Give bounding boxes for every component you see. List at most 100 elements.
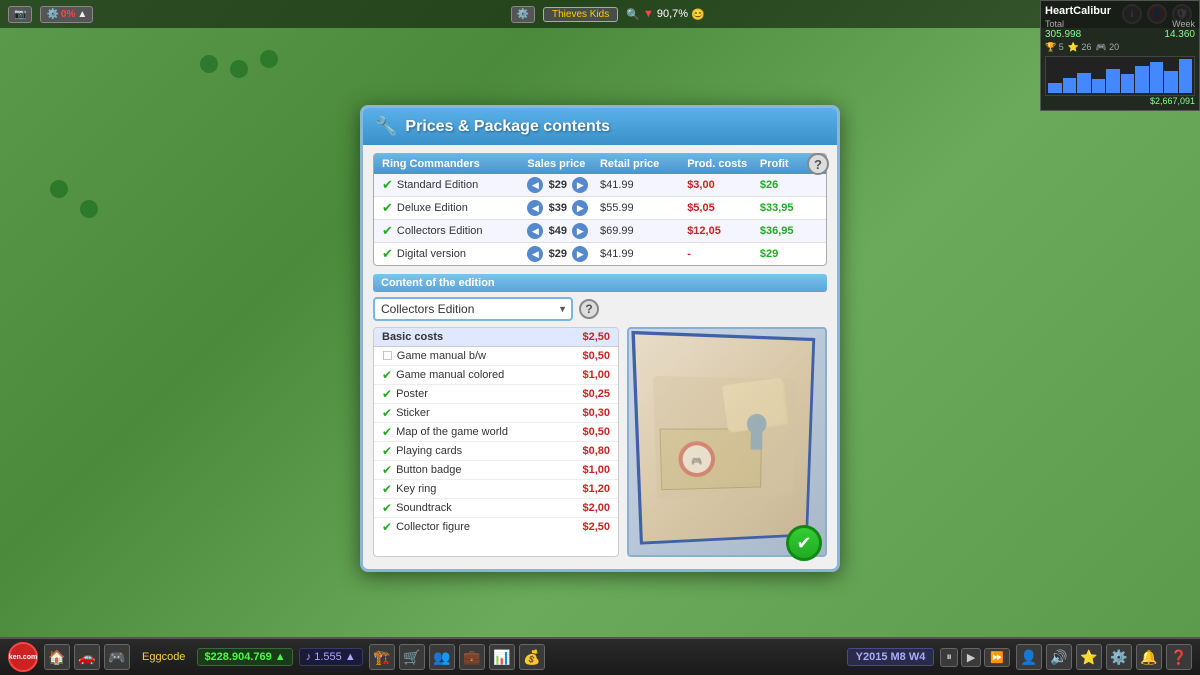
box-inner: 🎮 [642,364,807,516]
content-help-button[interactable]: ? [579,299,599,319]
bottom-hud: ken.com 🏠 🚗 🎮 Eggcode $228.904.769 ▲ ♪ 1… [0,637,1200,675]
play-button[interactable]: ▶ [961,648,981,667]
col-sales: Sales price [527,158,600,170]
stats-chart [1045,56,1195,96]
screenshot-button[interactable]: 📷 [8,6,32,23]
item-price: $0,30 [582,407,610,419]
shop-button[interactable]: 🛒 [399,644,425,670]
chart-bar [1121,74,1135,93]
item-price: $1,00 [582,369,610,381]
col-retail: Retail price [600,158,687,170]
profit-collectors: $36,95 [760,225,818,237]
price-decrease-collectors[interactable]: ◀ [527,223,543,239]
team-button[interactable]: 👥 [429,644,455,670]
settings-menu-button[interactable]: ⚙️ [1106,644,1132,670]
item-price: $0,50 [582,350,610,362]
profit-deluxe: $33,95 [760,202,818,214]
fast-forward-button[interactable]: ⏩ [984,648,1010,667]
item-price: $1,20 [582,483,610,495]
tree [230,60,248,78]
price-increase-standard[interactable]: ▶ [572,177,588,193]
settings-button[interactable]: ⚙️ [511,6,535,23]
item-checkbox-checked[interactable]: ✔ [382,368,392,382]
price-decrease-digital[interactable]: ◀ [527,246,543,262]
company-logo: ken.com [8,642,38,672]
price-decrease-deluxe[interactable]: ◀ [527,200,543,216]
audio-button[interactable]: 🔊 [1046,644,1072,670]
price-increase-collectors[interactable]: ▶ [572,223,588,239]
box-3d-render: 🎮 [631,331,815,545]
item-checkbox-checked[interactable]: ✔ [382,520,392,534]
item-left: ✔ Key ring [382,482,436,496]
pause-button[interactable]: ⏸ [940,648,958,667]
item-name: Poster [396,388,428,400]
rating-face: 😊 [691,8,705,21]
money-display: $228.904.769 ▲ [197,648,292,666]
notification-button[interactable]: 🔔 [1136,644,1162,670]
item-checkbox-checked[interactable]: ✔ [382,425,392,439]
total-value: 305.998 [1045,29,1081,40]
game-name-display: Thieves Kids [543,7,618,22]
item-price: $2,00 [582,502,610,514]
star-button[interactable]: ⭐ [1076,644,1102,670]
content-split: Basic costs $2,50 ☐ Game manual b/w $0,5… [373,327,827,557]
chart-bar [1077,73,1091,93]
item-price: $2,50 [582,521,610,533]
prod-cost-digital: - [687,248,760,260]
item-price: $0,25 [582,388,610,400]
dialog-title: Prices & Package contents [405,118,610,136]
home-button[interactable]: 🏠 [44,644,70,670]
finance-button[interactable]: 💰 [519,644,545,670]
price-increase-deluxe[interactable]: ▶ [572,200,588,216]
rating-value: 90,7% [657,8,688,20]
check-icon: ✔ [382,246,393,262]
edition-select-row: Collectors Edition Standard Edition Delu… [373,297,827,321]
price-increase-digital[interactable]: ▶ [572,246,588,262]
svg-text:🎮: 🎮 [691,456,703,466]
item-checkbox-checked[interactable]: ✔ [382,444,392,458]
analytics-button[interactable]: 📊 [489,644,515,670]
col-edition: Ring Commanders [382,158,527,170]
item-checkbox-unchecked[interactable]: ☐ [382,349,393,363]
dialog-icon: 🔧 [375,116,397,137]
profile-menu-button[interactable]: 👤 [1016,644,1042,670]
item-left: ✔ Poster [382,387,428,401]
item-name: Game manual colored [396,369,504,381]
check-icon: ✔ [382,223,393,239]
item-checkbox-checked[interactable]: ✔ [382,387,392,401]
edition-select-wrapper: Collectors Edition Standard Edition Delu… [373,297,573,321]
help-button[interactable]: ? [807,153,829,175]
game-button[interactable]: 🎮 [104,644,130,670]
item-checkbox-checked[interactable]: ✔ [382,463,392,477]
price-controls-digital: ◀ $29 ▶ [527,246,600,262]
build-button[interactable]: 🏗️ [369,644,395,670]
tree [200,55,218,73]
efficiency-button[interactable]: ⚙️ 0% ▲ [40,6,93,23]
table-row: ✔ Standard Edition ◀ $29 ▶ $41.99 $3,00 … [374,174,826,197]
tree [80,200,98,218]
inventory-button[interactable]: 💼 [459,644,485,670]
item-checkbox-checked[interactable]: ✔ [382,482,392,496]
transport-button[interactable]: 🚗 [74,644,100,670]
price-decrease-standard[interactable]: ◀ [527,177,543,193]
edition-name: ✔ Standard Edition [382,177,527,193]
question-button[interactable]: ❓ [1166,644,1192,670]
box-preview: 🎮 [627,327,827,557]
price-controls-deluxe: ◀ $39 ▶ [527,200,600,216]
fans-value: 1.555 [314,651,342,663]
content-item-header: Basic costs $2,50 [374,328,618,347]
col-prod: Prod. costs [687,158,760,170]
edition-select[interactable]: Collectors Edition Standard Edition Delu… [373,297,573,321]
item-price: $0,50 [582,426,610,438]
bottom-toolbar-3: 👤 🔊 ⭐ ⚙️ 🔔 ❓ [1016,644,1192,670]
player-name: Eggcode [136,651,191,663]
item-left: ✔ Collector figure [382,520,470,534]
item-left: ✔ Soundtrack [382,501,452,515]
rating-arrow: ▼ [643,8,654,20]
item-checkbox-checked[interactable]: ✔ [382,406,392,420]
item-checkbox-checked[interactable]: ✔ [382,501,392,515]
week-value: 14.360 [1164,29,1195,40]
confirm-button[interactable]: ✔ [786,525,822,561]
playback-controls: ⏸ ▶ ⏩ [940,648,1010,667]
rating-display: 🔍 ▼ 90,7% 😊 [626,8,705,21]
